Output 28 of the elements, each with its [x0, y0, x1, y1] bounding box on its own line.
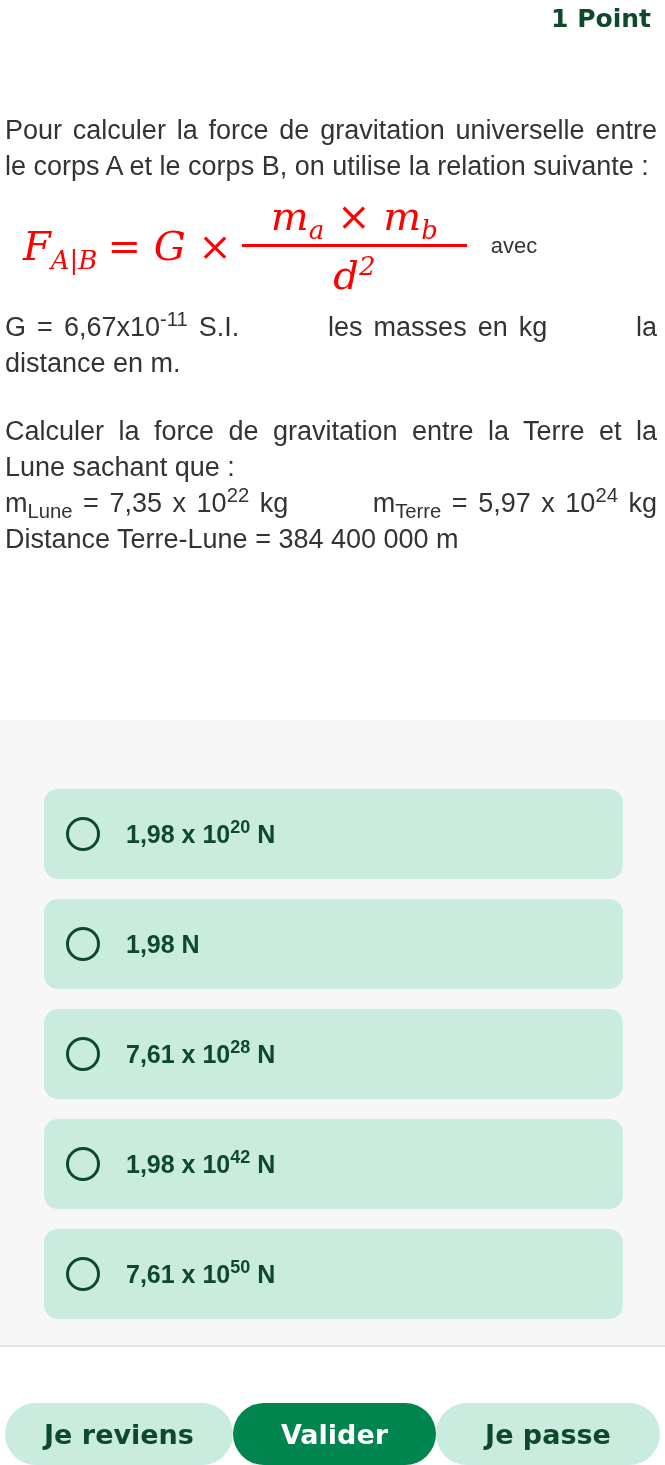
option-label: 7,61 x 10$^{28}$ N	[126, 1039, 276, 1069]
question-text: m$_{Lune}$ = 7,35 x 10$^{22}$ kg m$_{Terre}$ = 5,97 x 10$^{24}$ kg Distance Terre-Lune = 384 400 000 m	[5, 485, 657, 556]
option-label: 1,98 x 10$^{20}$ N	[126, 819, 276, 849]
question-text: Calculer la force de gravitation entre la Terre et la Lune sachant que :	[5, 415, 657, 484]
action-button[interactable]: Je passe	[436, 1403, 660, 1465]
formula-term: = G ×	[107, 221, 232, 271]
answer-option[interactable]: 1,98 x 10$^{20}$ N	[44, 789, 623, 879]
radio-icon	[66, 1257, 100, 1291]
formula-denominator: d$^{2}$	[333, 249, 376, 300]
option-label: 1,98 x 10$^{42}$ N	[126, 1149, 276, 1179]
radio-icon	[66, 1037, 100, 1071]
answer-option[interactable]: 7,61 x 10$^{28}$ N	[44, 1009, 623, 1099]
radio-icon	[66, 1147, 100, 1181]
formula-term: F$_{A|B}$	[23, 221, 98, 277]
points-label: 1 Point	[551, 4, 651, 35]
option-label: 1,98 N	[126, 929, 200, 959]
question-text: G = 6,67x10$^{-11}$ S.I. les masses en kg la distance en m.	[5, 309, 657, 380]
radio-icon	[66, 817, 100, 851]
submit-button[interactable]: Valider	[233, 1403, 436, 1465]
answer-option[interactable]: 7,61 x 10$^{50}$ N	[44, 1229, 623, 1319]
question-text: Pour calculer la force de gravitation universelle entre le corps A et le corps B, on utilise la relation suivante :	[5, 114, 657, 183]
answer-option[interactable]: 1,98 x 10$^{42}$ N	[44, 1119, 623, 1209]
option-label: 7,61 x 10$^{50}$ N	[126, 1259, 276, 1289]
formula-text: avec	[490, 232, 538, 259]
formula-numerator: m$_{a}$ × m$_{b}$	[270, 192, 438, 242]
radio-icon	[66, 927, 100, 961]
answer-option[interactable]: 1,98 N	[44, 899, 623, 989]
action-button[interactable]: Je reviens	[5, 1403, 233, 1465]
